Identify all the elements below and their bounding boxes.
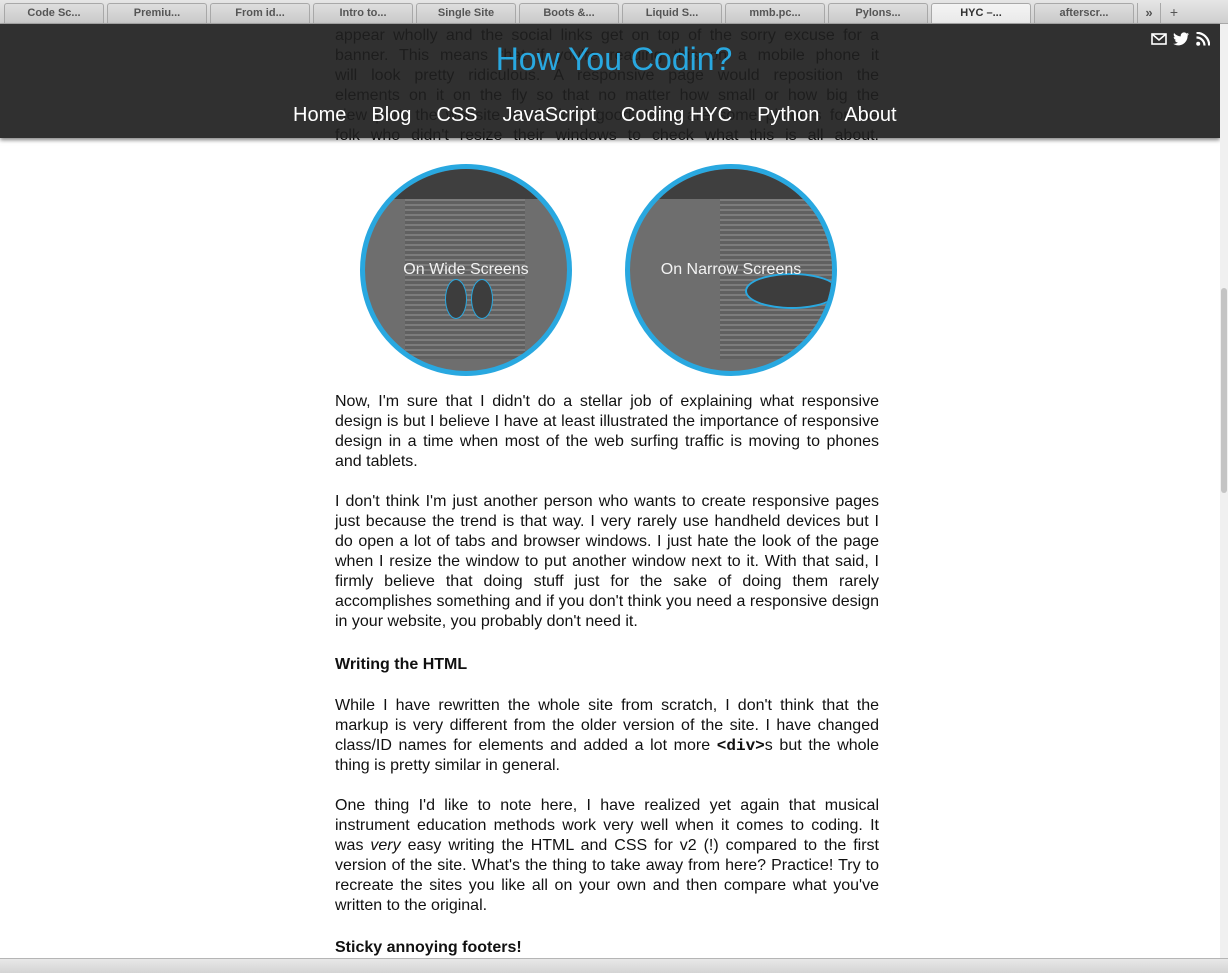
text: easy writing the HTML and CSS for v2 (!)… (335, 837, 879, 914)
thumb-oval-left (445, 279, 467, 319)
paragraph: One thing I'd like to note here, I have … (335, 796, 879, 916)
nav-item-home[interactable]: Home (293, 104, 346, 127)
browser-tab[interactable]: Premiu... (107, 3, 207, 23)
browser-tab-bar: Code Sc... Premiu... From id... Intro to...… (0, 0, 1228, 24)
browser-tab[interactable]: Boots &... (519, 3, 619, 23)
browser-tab[interactable]: Pylons... (828, 3, 928, 23)
wide-screen-caption: On Wide Screens (403, 261, 529, 278)
browser-tab[interactable]: HYC –... (931, 3, 1031, 23)
browser-tab[interactable]: From id... (210, 3, 310, 23)
main-nav: Home Blog CSS JavaScript Coding HYC Python Abo… (293, 104, 922, 127)
rss-icon[interactable] (1196, 31, 1211, 51)
thumb-header (365, 169, 567, 199)
browser-tab[interactable]: mmb.pc... (725, 3, 825, 23)
vertical-scrollbar[interactable] (1220, 24, 1228, 959)
status-bar (0, 958, 1228, 973)
mail-icon[interactable] (1151, 32, 1167, 51)
paragraph: While I have rewritten the whole site fr… (335, 696, 879, 776)
browser-tab[interactable]: Liquid S... (622, 3, 722, 23)
narrow-screen-preview[interactable]: On Narrow Screens (625, 164, 837, 376)
thumb-oval-right (471, 279, 493, 319)
browser-tab[interactable]: afterscr... (1034, 3, 1134, 23)
nav-item-coding-hyc[interactable]: Coding HYC (621, 104, 732, 127)
section-heading: Sticky annoying footers! (335, 939, 522, 956)
thumb-header (630, 169, 832, 199)
social-links (1145, 31, 1211, 51)
nav-item-css[interactable]: CSS (436, 104, 477, 127)
inline-code: <div> (716, 737, 765, 755)
nav-item-javascript[interactable]: JavaScript (503, 104, 596, 127)
emphasis: very (370, 837, 401, 854)
paragraph: Now, I'm sure that I didn't do a stellar… (335, 393, 879, 470)
nav-item-about[interactable]: About (844, 104, 896, 127)
section-heading: Writing the HTML (335, 656, 468, 673)
article-body: Now, I'm sure that I didn't do a stellar… (335, 392, 879, 958)
scrollbar-thumb[interactable] (1221, 288, 1227, 493)
screenshot-circles: On Wide Screens On Narrow Screens (360, 164, 840, 376)
browser-tab[interactable]: Intro to... (313, 3, 413, 23)
wide-screen-preview[interactable]: On Wide Screens (360, 164, 572, 376)
more-tabs-icon[interactable]: » (1137, 3, 1160, 23)
site-header: How You Codin? Home Blog CSS JavaScript Codi… (0, 24, 1220, 138)
narrow-screen-caption: On Narrow Screens (660, 261, 802, 278)
thumb-text-lines (405, 199, 525, 359)
browser-tab[interactable]: Code Sc... (4, 3, 104, 23)
paragraph: I don't think I'm just another person wh… (335, 493, 879, 630)
new-tab-button[interactable]: + (1160, 3, 1187, 23)
nav-item-python[interactable]: Python (757, 104, 819, 127)
site-logo[interactable]: How You Codin? (0, 41, 1228, 78)
nav-item-blog[interactable]: Blog (371, 104, 411, 127)
twitter-icon[interactable] (1173, 32, 1190, 51)
browser-tab[interactable]: Single Site (416, 3, 516, 23)
